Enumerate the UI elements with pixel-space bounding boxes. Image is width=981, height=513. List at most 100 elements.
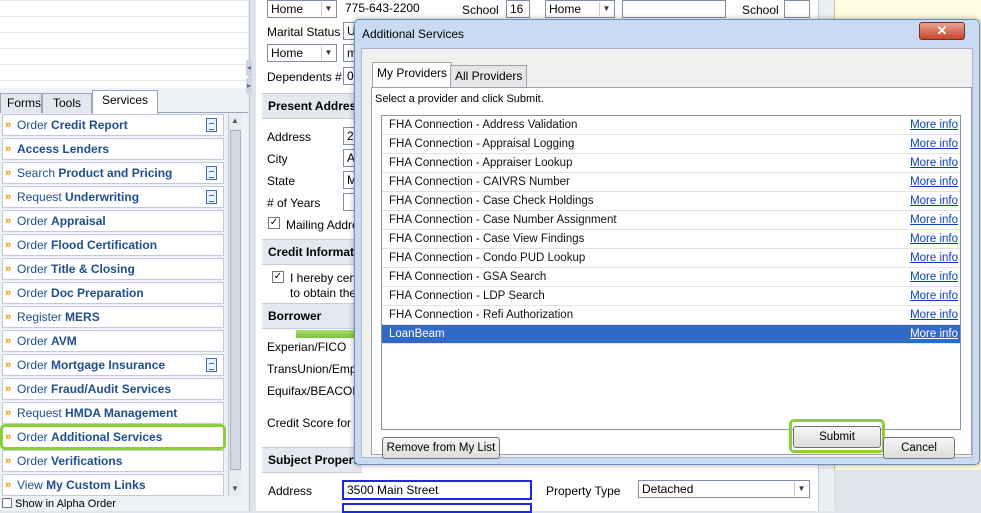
instruction-text: Select a provider and click Submit.	[375, 93, 544, 105]
provider-name: FHA Connection - Case Number Assignment	[389, 214, 617, 226]
collapse-left-icon[interactable]: ◂	[246, 60, 252, 76]
service-item[interactable]: » Order Flood Certification	[2, 234, 224, 256]
transunion-label: TransUnion/Empiri	[267, 362, 366, 376]
city-label: City	[267, 152, 288, 166]
cancel-button[interactable]: Cancel	[883, 437, 955, 459]
more-info-link[interactable]: More info	[910, 211, 958, 229]
tab-all-providers[interactable]: All Providers	[450, 65, 528, 87]
scroll-down-icon[interactable]: ▼	[231, 484, 239, 493]
provider-name: LoanBeam	[389, 328, 445, 340]
school-field[interactable]: 16	[506, 0, 530, 18]
document-icon[interactable]	[206, 190, 217, 204]
phone-field[interactable]: 775-643-2200	[342, 0, 442, 18]
tab-my-providers[interactable]: My Providers	[372, 62, 453, 87]
service-name: Fraud/Audit Services	[51, 382, 172, 396]
provider-row[interactable]: FHA Connection - Address Validation More …	[382, 116, 960, 135]
service-prefix: View	[17, 478, 43, 492]
service-prefix: Register	[17, 310, 62, 324]
credit-info-header: Credit Informat	[262, 239, 362, 265]
service-name: Additional Services	[51, 430, 163, 444]
provider-row[interactable]: FHA Connection - Case Check Holdings More…	[382, 192, 960, 211]
more-info-link[interactable]: More info	[910, 154, 958, 172]
more-info-link[interactable]: More info	[910, 116, 958, 134]
services-scrollbar[interactable]: ▲ ▼	[228, 114, 242, 496]
service-item[interactable]: » Register MERS	[2, 306, 224, 328]
provider-name: FHA Connection - Case Check Holdings	[389, 195, 594, 207]
sp-address-field[interactable]: 3500 Main Street	[342, 480, 532, 500]
state-label: State	[267, 174, 296, 188]
tab-tools[interactable]: Tools	[42, 93, 92, 113]
provider-row[interactable]: FHA Connection - Condo PUD Lookup More in…	[382, 249, 960, 268]
provider-row[interactable]: FHA Connection - Case View Findings More …	[382, 230, 960, 249]
service-item[interactable]: » Order Doc Preparation	[2, 282, 224, 304]
provider-list[interactable]: FHA Connection - Address Validation More …	[381, 115, 961, 430]
more-info-link[interactable]: More info	[910, 192, 958, 210]
tab-forms[interactable]: Forms	[0, 93, 42, 113]
document-icon[interactable]	[206, 118, 217, 132]
phone-field-2[interactable]	[622, 0, 726, 18]
alpha-order-label: Show in Alpha Order	[15, 498, 116, 510]
tab-services[interactable]: Services	[92, 90, 158, 114]
service-item[interactable]: » Order Verifications	[2, 450, 224, 472]
remove-from-list-button[interactable]: Remove from My List	[382, 437, 500, 459]
alpha-order-checkbox[interactable]	[2, 498, 12, 508]
provider-row[interactable]: LoanBeam More info	[382, 325, 960, 344]
mailing-address-checkbox[interactable]: ✓	[268, 217, 280, 229]
arrow-icon: »	[5, 431, 12, 443]
provider-row[interactable]: FHA Connection - Appraiser Lookup More in…	[382, 154, 960, 173]
alpha-order-toggle[interactable]: Show in Alpha Order	[0, 497, 248, 511]
service-item[interactable]: » Request Underwriting	[2, 186, 224, 208]
sp-address-label: Address	[268, 484, 313, 498]
school-field-2[interactable]	[784, 0, 810, 18]
scroll-thumb[interactable]	[230, 130, 241, 470]
arrow-icon: »	[5, 407, 12, 419]
provider-row[interactable]: FHA Connection - Appraisal Logging More i…	[382, 135, 960, 154]
service-item[interactable]: » View My Custom Links	[2, 474, 224, 496]
phone-type-select-2[interactable]: Home ▼	[545, 0, 615, 18]
scroll-up-icon[interactable]: ▲	[231, 116, 239, 125]
city-field-2[interactable]	[342, 503, 532, 513]
service-item[interactable]: » Order Appraisal	[2, 210, 224, 232]
service-name: Access Lenders	[17, 142, 110, 156]
more-info-link[interactable]: More info	[910, 268, 958, 286]
provider-row[interactable]: FHA Connection - CAIVRS Number More info	[382, 173, 960, 192]
more-info-link[interactable]: More info	[910, 173, 958, 191]
arrow-icon: »	[5, 119, 12, 131]
provider-row[interactable]: FHA Connection - LDP Search More info	[382, 287, 960, 306]
service-item[interactable]: » Order AVM	[2, 330, 224, 352]
service-item[interactable]: » Order Fraud/Audit Services	[2, 378, 224, 400]
service-item[interactable]: » Order Title & Closing	[2, 258, 224, 280]
service-item[interactable]: » Order Mortgage Insurance	[2, 354, 224, 376]
arrow-icon: »	[5, 335, 12, 347]
certify-checkbox[interactable]: ✓	[272, 271, 284, 283]
more-info-link[interactable]: More info	[910, 287, 958, 305]
provider-name: FHA Connection - GSA Search	[389, 271, 547, 283]
home-select[interactable]: Home ▼	[267, 44, 337, 62]
close-button[interactable]: ✕	[919, 22, 965, 40]
property-type-select[interactable]: Detached ▼	[638, 480, 810, 498]
provider-row[interactable]: FHA Connection - Refi Authorization More …	[382, 306, 960, 325]
more-info-link[interactable]: More info	[910, 135, 958, 153]
service-name: Verifications	[51, 454, 123, 468]
service-prefix: Order	[17, 238, 48, 252]
more-info-link[interactable]: More info	[910, 230, 958, 248]
document-icon[interactable]	[206, 358, 217, 372]
service-item[interactable]: » Access Lenders	[2, 138, 224, 160]
service-item[interactable]: » Order Credit Report	[2, 114, 224, 136]
more-info-link[interactable]: More info	[910, 306, 958, 324]
arrow-icon: »	[5, 239, 12, 251]
service-item[interactable]: » Request HMDA Management	[2, 402, 224, 424]
service-item[interactable]: » Order Additional Services	[0, 424, 226, 450]
document-icon[interactable]	[206, 166, 217, 180]
dialog-body: My Providers All Providers Select a prov…	[361, 48, 973, 459]
service-item[interactable]: » Search Product and Pricing	[2, 162, 224, 184]
provider-row[interactable]: FHA Connection - Case Number Assignment M…	[382, 211, 960, 230]
phone-type-select[interactable]: Home ▼	[267, 0, 337, 18]
submit-button[interactable]: Submit	[793, 426, 881, 448]
service-name: My Custom Links	[46, 478, 146, 492]
service-prefix: Order	[17, 358, 48, 372]
provider-row[interactable]: FHA Connection - GSA Search More info	[382, 268, 960, 287]
school-label: School	[462, 3, 499, 17]
more-info-link[interactable]: More info	[910, 249, 958, 267]
more-info-link[interactable]: More info	[910, 325, 958, 343]
